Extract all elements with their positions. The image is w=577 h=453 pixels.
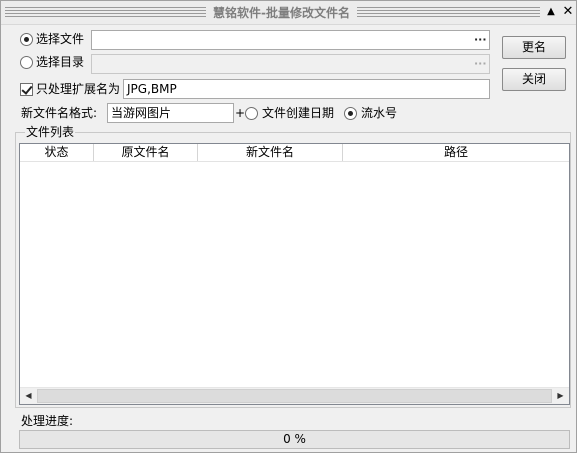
file-list-header: 状态 原文件名 新文件名 路径 xyxy=(20,144,569,162)
scroll-left-icon[interactable]: ◀ xyxy=(20,388,37,404)
serial-option-label[interactable]: 流水号 xyxy=(361,105,397,121)
collapse-icon[interactable]: ▲ xyxy=(544,5,558,19)
extension-filter-input[interactable]: JPG,BMP xyxy=(123,79,490,99)
scroll-right-icon[interactable]: ▶ xyxy=(552,388,569,404)
scrollbar-thumb[interactable] xyxy=(37,389,552,403)
dir-path-input[interactable] xyxy=(91,54,490,74)
extension-filter-label[interactable]: 只处理扩展名为 xyxy=(36,81,120,97)
title-bar-stripes-right xyxy=(357,7,540,19)
date-option-radio[interactable] xyxy=(245,107,258,120)
select-file-label[interactable]: 选择文件 xyxy=(36,31,84,47)
progress-label: 处理进度: xyxy=(21,414,74,428)
new-name-format-label: 新文件名格式: xyxy=(21,106,98,120)
close-icon[interactable]: ✕ xyxy=(561,5,575,19)
window-title: 慧铭软件-批量修改文件名 xyxy=(206,4,357,22)
rename-button[interactable]: 更名 xyxy=(502,36,566,59)
horizontal-scrollbar[interactable]: ◀ ▶ xyxy=(20,387,569,404)
browse-dir-button[interactable]: ··· xyxy=(474,57,487,71)
plus-sign: + xyxy=(235,106,246,120)
column-header-original-name[interactable]: 原文件名 xyxy=(94,144,198,161)
column-header-status[interactable]: 状态 xyxy=(20,144,94,161)
column-header-new-name[interactable]: 新文件名 xyxy=(198,144,343,161)
progress-text: 0 % xyxy=(283,432,306,446)
select-dir-label[interactable]: 选择目录 xyxy=(36,54,84,70)
select-file-radio[interactable] xyxy=(20,33,33,46)
browse-file-button[interactable]: ··· xyxy=(474,33,487,47)
title-bar[interactable]: 慧铭软件-批量修改文件名 ▲ ✕ xyxy=(1,1,576,25)
date-option-label[interactable]: 文件创建日期 xyxy=(262,105,334,121)
close-button[interactable]: 关闭 xyxy=(502,68,566,91)
app-window: 慧铭软件-批量修改文件名 ▲ ✕ 选择文件 ··· 选择目录 ··· 只处理扩展… xyxy=(0,0,577,453)
file-list-legend: 文件列表 xyxy=(25,125,76,139)
progress-bar: 0 % xyxy=(19,430,570,449)
extension-filter-checkbox[interactable] xyxy=(20,83,33,96)
file-list-view[interactable]: 状态 原文件名 新文件名 路径 ◀ ▶ xyxy=(19,143,570,405)
select-dir-radio[interactable] xyxy=(20,56,33,69)
title-bar-stripes-left xyxy=(5,7,206,19)
file-path-input[interactable] xyxy=(91,30,490,50)
serial-option-radio[interactable] xyxy=(344,107,357,120)
column-header-path[interactable]: 路径 xyxy=(343,144,569,161)
name-prefix-input[interactable]: 当游网图片 xyxy=(107,103,234,123)
